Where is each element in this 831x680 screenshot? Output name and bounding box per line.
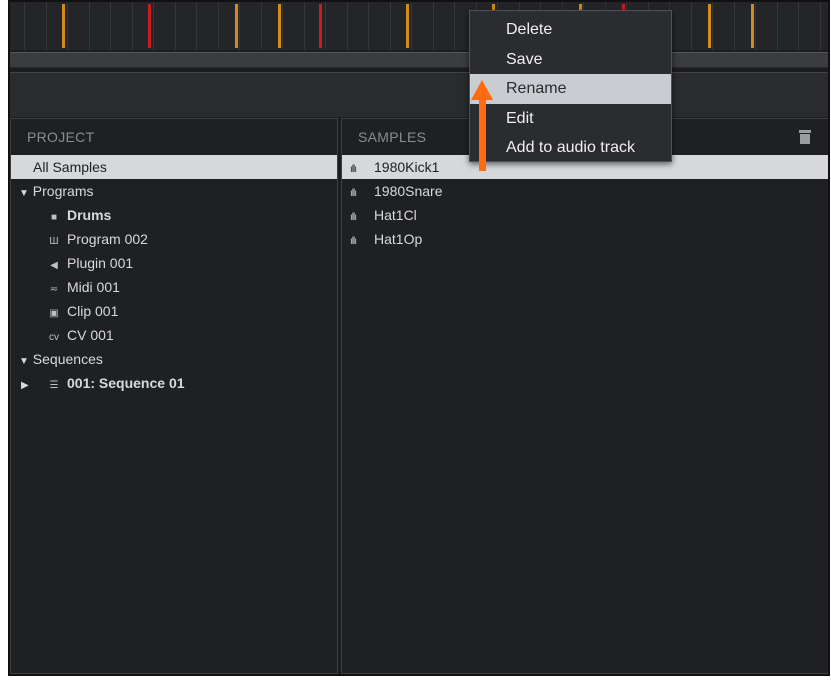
timeline-gridline <box>110 2 111 50</box>
trash-icon[interactable] <box>799 130 811 144</box>
sample-item-label: Hat1Op <box>374 231 423 247</box>
timeline-gridline <box>239 2 240 50</box>
project-item-label: Sequences <box>32 351 103 367</box>
menu-item-edit[interactable]: Edit <box>470 104 671 134</box>
project-item-plugin-001[interactable]: ◀ Plugin 001 <box>11 251 337 275</box>
sample-item-1980snare[interactable]: ıllı 1980Snare <box>342 179 828 203</box>
samples-panel: SAMPLES ıllı 1980Kick1 ıllı 1980Snare ıllı… <box>341 118 828 674</box>
sample-item-label: Hat1Cl <box>374 207 417 223</box>
collapsed-triangle-icon[interactable]: ▶ <box>11 374 47 398</box>
timeline-gridline <box>282 2 283 50</box>
timeline-gridline <box>712 2 713 50</box>
expand-triangle-icon[interactable]: ▼ <box>11 356 29 367</box>
project-item-midi-001[interactable]: ≂ Midi 001 <box>11 275 337 299</box>
timeline-gridline <box>346 2 348 50</box>
project-item-label: Clip 001 <box>67 303 119 319</box>
annotation-arrow-shaft <box>479 97 486 171</box>
project-panel: PROJECT All Samples ▼ Programs ■ Drums ШP… <box>10 118 338 674</box>
timeline-marker <box>319 4 322 48</box>
project-item-label: Drums <box>67 207 112 223</box>
timeline-gridline <box>260 2 262 50</box>
timeline-gridline <box>131 2 133 50</box>
timeline-gridline <box>776 2 778 50</box>
project-item-label: 001: Sequence 01 <box>67 375 185 391</box>
project-item-drums[interactable]: ■ Drums <box>11 203 337 227</box>
project-item-label: Plugin 001 <box>67 255 134 271</box>
timeline-strip[interactable] <box>10 2 828 50</box>
timeline-marker <box>708 4 711 48</box>
menu-item-save[interactable]: Save <box>470 45 671 75</box>
timeline-gridline <box>153 2 154 50</box>
context-menu: Delete Save Rename Edit Add to audio tra… <box>469 10 672 162</box>
timeline-gridline <box>303 2 305 50</box>
timeline-gridline <box>389 2 391 50</box>
menu-item-rename[interactable]: Rename <box>470 74 671 104</box>
sample-item-hat1cl[interactable]: ıllı Hat1Cl <box>342 203 828 227</box>
timeline-gridline <box>67 2 68 50</box>
timeline-gridline <box>45 2 47 50</box>
timeline-marker <box>148 4 151 48</box>
project-item-label: Program 002 <box>67 231 148 247</box>
timeline-gridline <box>454 2 455 50</box>
timeline-gridline <box>690 2 692 50</box>
sample-item-label: 1980Kick1 <box>374 159 440 175</box>
timeline-marker <box>751 4 754 48</box>
samples-header-label: SAMPLES <box>358 129 427 145</box>
timeline-gridline <box>174 2 176 50</box>
timeline-gridline <box>88 2 90 50</box>
project-item-label: Programs <box>32 183 94 199</box>
timeline-gridline <box>733 2 735 50</box>
timeline-gridline <box>325 2 326 50</box>
app-window: PROJECT All Samples ▼ Programs ■ Drums ШP… <box>8 0 830 676</box>
project-item-sequence-01[interactable]: ▶ ☰ 001: Sequence 01 <box>11 371 337 395</box>
project-item-label: Midi 001 <box>67 279 120 295</box>
timeline-marker <box>406 4 409 48</box>
menu-item-delete[interactable]: Delete <box>470 15 671 45</box>
timeline-gridline <box>432 2 434 50</box>
timeline-marker <box>278 4 281 48</box>
timeline-gridline <box>755 2 756 50</box>
timeline-marker <box>62 4 65 48</box>
project-header: PROJECT <box>27 129 95 145</box>
timeline-gridline <box>798 2 799 50</box>
timeline-gridline <box>196 2 197 50</box>
timeline-gridline <box>217 2 219 50</box>
timeline-gridline <box>819 2 821 50</box>
timeline-gridline <box>24 2 25 50</box>
expand-triangle-icon[interactable]: ▼ <box>11 188 29 199</box>
menu-item-add-to-audio-track[interactable]: Add to audio track <box>470 133 671 163</box>
timeline-scrollbar[interactable] <box>10 52 828 68</box>
waveform-icon: ıllı <box>350 236 357 247</box>
project-item-programs[interactable]: ▼ Programs <box>11 179 337 203</box>
sample-item-label: 1980Snare <box>374 183 443 199</box>
timeline-gridline <box>411 2 412 50</box>
timeline-marker <box>235 4 238 48</box>
project-item-label: All Samples <box>33 159 107 175</box>
project-item-label: CV 001 <box>67 327 114 343</box>
sample-item-hat1op[interactable]: ıllı Hat1Op <box>342 227 828 251</box>
sequence-icon: ☰ <box>49 380 59 391</box>
timeline-gridline <box>368 2 369 50</box>
project-item-sequences[interactable]: ▼ Sequences <box>11 347 337 371</box>
project-item-all-samples[interactable]: All Samples <box>11 155 337 179</box>
toolbar-strip <box>10 72 828 117</box>
project-item-program-002[interactable]: Ш Program 002 <box>11 227 337 251</box>
project-item-cv-001[interactable]: cv CV 001 <box>11 323 337 347</box>
project-item-clip-001[interactable]: ▣ Clip 001 <box>11 299 337 323</box>
